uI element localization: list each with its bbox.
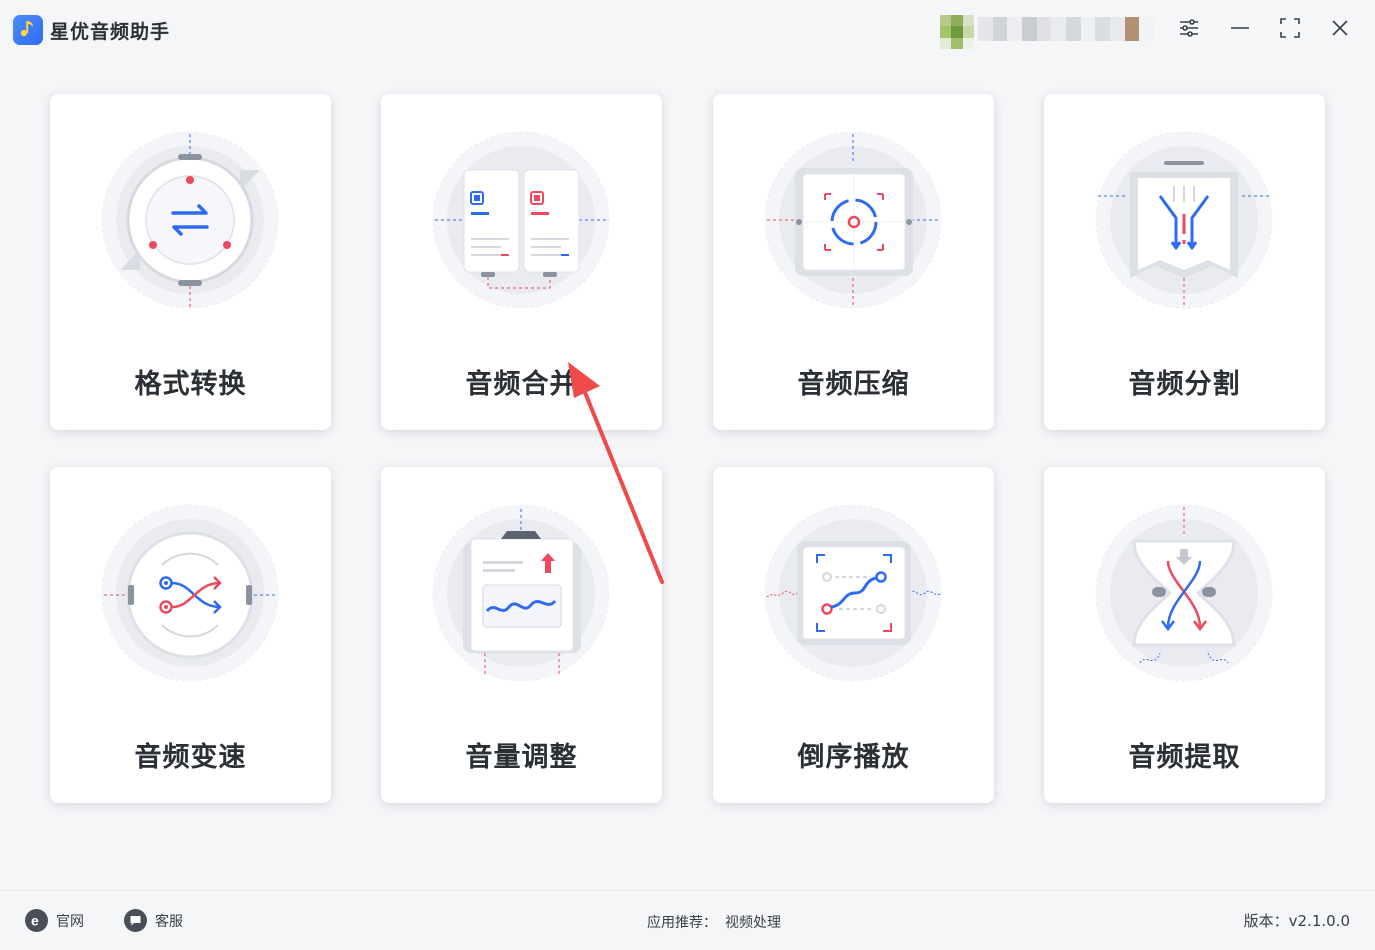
card-label: 格式转换 [134, 369, 247, 400]
svg-text:e: e [31, 913, 39, 928]
website-link[interactable]: e 官网 [25, 909, 84, 932]
app-recommend: 应用推荐： 视频处理 [647, 912, 781, 932]
reverse-play-icon [763, 503, 944, 684]
support-label: 客服 [155, 913, 183, 930]
minimize-icon [1229, 17, 1251, 43]
card-format-convert[interactable]: 格式转换 [50, 94, 331, 430]
audio-merge-icon [431, 130, 612, 311]
music-note-icon [18, 18, 38, 42]
close-icon [1329, 17, 1351, 43]
settings-button[interactable] [1173, 14, 1205, 46]
card-volume-adjust[interactable]: 音量调整 [381, 467, 662, 803]
card-label: 倒序播放 [797, 742, 910, 773]
chat-bubble-icon [124, 909, 147, 932]
card-audio-compress[interactable]: 音频压缩 [713, 94, 994, 430]
title-bar: 星优音频助手 [0, 0, 1375, 60]
website-label: 官网 [56, 913, 84, 930]
card-audio-split[interactable]: 音频分割 [1044, 94, 1325, 430]
recommend-link-video[interactable]: 视频处理 [725, 915, 781, 931]
footer: e 官网 客服 应用推荐： 视频处理 版本：v2.1.0.0 [0, 890, 1375, 950]
maximize-button[interactable] [1274, 14, 1306, 46]
card-audio-merge[interactable]: 音频合并 [381, 94, 662, 430]
card-label: 音频合并 [465, 369, 578, 400]
card-label: 音频变速 [134, 742, 247, 773]
browser-e-icon: e [25, 909, 48, 932]
app-logo [13, 15, 43, 45]
card-label: 音频分割 [1128, 369, 1241, 400]
avatar[interactable] [940, 15, 974, 49]
sliders-icon [1178, 17, 1200, 43]
maximize-icon [1279, 17, 1301, 43]
card-label: 音频提取 [1128, 742, 1241, 773]
volume-adjust-icon [431, 503, 612, 684]
close-button[interactable] [1324, 14, 1356, 46]
app-title: 星优音频助手 [50, 21, 171, 43]
version-text: 版本：v2.1.0.0 [1243, 912, 1350, 930]
card-reverse-play[interactable]: 倒序播放 [713, 467, 994, 803]
username-blurred [978, 17, 1155, 41]
format-convert-icon [100, 130, 281, 311]
audio-speed-icon [100, 503, 281, 684]
card-label: 音量调整 [465, 742, 578, 773]
recommend-prefix: 应用推荐： [647, 915, 717, 931]
card-label: 音频压缩 [797, 369, 910, 400]
support-link[interactable]: 客服 [124, 909, 183, 932]
audio-compress-icon [763, 130, 944, 311]
card-audio-extract[interactable]: 音频提取 [1044, 467, 1325, 803]
card-audio-speed[interactable]: 音频变速 [50, 467, 331, 803]
audio-split-icon [1094, 130, 1275, 311]
audio-extract-icon [1094, 503, 1275, 684]
minimize-button[interactable] [1224, 14, 1256, 46]
